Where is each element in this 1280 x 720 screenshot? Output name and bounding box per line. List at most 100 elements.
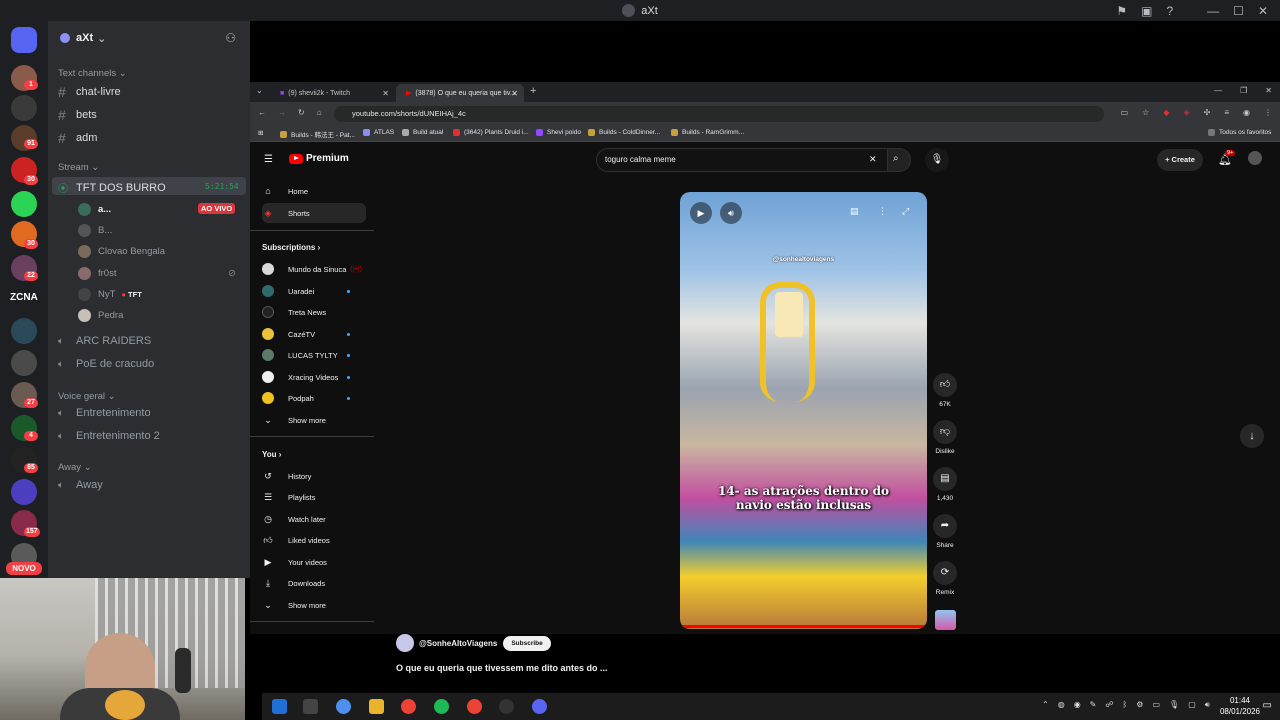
server-icon[interactable] — [11, 479, 37, 505]
hamburger-menu-icon[interactable]: ☰ — [264, 154, 273, 165]
subscription-item[interactable]: Mundo da Sinuca ((•)) — [262, 259, 366, 279]
monitor-icon[interactable]: ▣ — [1141, 4, 1152, 18]
voice-channel-entretenimento[interactable]: 🔈︎ Entretenimento — [58, 407, 151, 419]
show-more-you[interactable]: ⌄ Show more — [262, 595, 366, 615]
new-tab-icon[interactable]: + — [530, 85, 536, 97]
chrome-icon[interactable] — [401, 699, 416, 714]
voice-user[interactable]: a... — [78, 203, 111, 216]
taskbar-clock[interactable]: 01:44 08/01/2026 — [1220, 695, 1260, 717]
voice-channel-arc-raiders[interactable]: 🔈︎ ARC RAIDERS — [58, 335, 151, 347]
maximize-button[interactable]: ☐ — [1233, 4, 1244, 18]
voice-user[interactable]: NyT ● TFT — [78, 288, 142, 301]
play-button[interactable]: ▶ — [690, 202, 712, 224]
voice-channel-tft-dos-burro[interactable]: ⦿ TFT DOS BURRO — [58, 180, 166, 196]
task-view-icon[interactable] — [303, 699, 318, 714]
sidebar-item-home[interactable]: ⌂ Home — [262, 181, 366, 201]
restore-button[interactable]: ❐ — [1240, 86, 1247, 95]
new-badge[interactable]: NOVO — [6, 562, 42, 575]
obs-icon[interactable] — [499, 699, 514, 714]
tray-icon[interactable]: ▢ — [1188, 700, 1196, 710]
tab-youtube[interactable]: ▶ (3878) O que eu queria que tiv... ✕ — [396, 84, 524, 102]
microphone-icon[interactable]: 🎙︎ — [925, 148, 949, 172]
channel-bets[interactable]: # bets — [58, 107, 97, 123]
all-bookmarks[interactable]: Todos os favoritos — [1208, 129, 1271, 136]
bookmark[interactable]: Build atual — [402, 129, 443, 136]
shorts-video-player[interactable]: @sonhealtoviagens 14- as atrações dentro… — [680, 192, 927, 629]
comments-button[interactable]: ▤ 1,430 — [932, 467, 958, 502]
close-button[interactable]: ✕ — [1265, 86, 1272, 95]
remix-button[interactable]: ⟳ Remix — [932, 561, 958, 596]
tray-icon[interactable]: ◉ — [1074, 700, 1081, 710]
category-voice-geral[interactable]: Voice geral ⌄ — [58, 391, 116, 402]
bookmark[interactable]: (3642) Plants Druid i... — [453, 129, 529, 136]
steam-icon[interactable]: ◍ — [1058, 700, 1065, 710]
subscription-item[interactable]: LUCAS TYLTY — [262, 345, 366, 365]
subscription-item[interactable]: CazéTV — [262, 324, 366, 344]
subscription-item[interactable]: Uaradei — [262, 281, 366, 301]
voice-channel-away[interactable]: 🔈︎ Away — [58, 479, 103, 491]
file-explorer-icon[interactable] — [369, 699, 384, 714]
tray-icon[interactable]: ⚙ — [1136, 700, 1143, 710]
sidebar-item-downloads[interactable]: ⤓ Downloads — [262, 573, 366, 593]
home-icon[interactable]: ⌂ — [317, 108, 322, 117]
search-button[interactable]: ⌕ — [887, 148, 911, 172]
subscription-item[interactable]: Treta News — [262, 302, 366, 322]
start-icon[interactable] — [272, 699, 287, 714]
tab-twitch[interactable]: ■ (9) shevii2k - Twitch ✕ — [270, 84, 395, 102]
bookmark[interactable]: Builds - RamGrimm... — [671, 129, 744, 136]
channel-chat-livre[interactable]: # chat-livre — [58, 84, 121, 100]
notification-center-icon[interactable]: ▭ — [1263, 700, 1272, 711]
close-button[interactable]: ✕ — [1258, 4, 1268, 18]
dislike-button[interactable]: 👎︎ Dislike — [932, 420, 958, 455]
sidebar-item-watch-later[interactable]: ◷ Watch later — [262, 509, 366, 529]
server-icon[interactable] — [11, 191, 37, 217]
create-button[interactable]: + Create — [1157, 149, 1203, 171]
search-input[interactable]: toguro calma meme — [596, 148, 889, 172]
subscriptions-heading[interactable]: Subscriptions › — [262, 243, 320, 252]
server-header[interactable]: aXt ⌄ ⚇ — [48, 21, 250, 55]
address-bar[interactable]: youtube.com/shorts/dUNEIHAj_4c — [334, 106, 1104, 122]
sidebar-item-your-videos[interactable]: ▶ Your videos — [262, 552, 366, 572]
bluetooth-icon[interactable]: ᛒ — [1122, 700, 1127, 710]
progress-bar[interactable] — [680, 625, 927, 628]
chevron-up-icon[interactable]: ⌃ — [1042, 700, 1049, 710]
next-short-button[interactable]: ↓ — [1240, 424, 1264, 448]
like-button[interactable]: 👍︎ 67K — [932, 373, 958, 408]
close-tab-icon[interactable]: ✕ — [382, 89, 389, 98]
cast-icon[interactable]: ▭ — [1121, 108, 1129, 117]
bookmark[interactable]: ATLAS — [363, 129, 394, 136]
media-icon[interactable]: ≡ — [1224, 108, 1229, 117]
star-icon[interactable]: ☆ — [1142, 108, 1149, 117]
tray-icon[interactable]: ☍ — [1105, 700, 1113, 710]
account-avatar[interactable] — [1248, 151, 1262, 165]
channel-name[interactable]: @SonheAltoViagens — [419, 639, 497, 648]
microphone-icon[interactable]: 🎙︎ — [1169, 700, 1179, 710]
help-icon[interactable]: ? — [1166, 4, 1173, 18]
profile-icon[interactable]: ◉ — [1243, 108, 1250, 117]
extension-icon[interactable]: ◈ — [1183, 108, 1189, 117]
subscription-item[interactable]: Podpah — [262, 388, 366, 408]
minimize-button[interactable]: — — [1207, 4, 1219, 18]
short-title[interactable]: O que eu queria que tivessem me dito ant… — [396, 663, 608, 673]
sidebar-item-playlists[interactable]: ☰ Playlists — [262, 487, 366, 507]
clear-search-icon[interactable]: ✕ — [869, 154, 877, 165]
voice-user[interactable]: Pedra — [78, 309, 123, 322]
voice-user[interactable]: B... — [78, 224, 112, 237]
server-label-zcna[interactable]: ZCNA — [10, 292, 38, 303]
bookmark[interactable]: Builds - 韩法王 - Pat... — [280, 129, 355, 139]
youtube-logo[interactable]: Premium — [289, 153, 349, 164]
voice-user[interactable]: Clovao Bengala — [78, 245, 165, 258]
tray-icon[interactable]: ✎ — [1090, 700, 1097, 710]
sidebar-item-history[interactable]: ↺ History — [262, 466, 366, 486]
server-icon[interactable] — [11, 350, 37, 376]
volume-icon[interactable]: 🔊︎ — [720, 202, 742, 224]
minimize-button[interactable]: — — [1214, 86, 1222, 95]
audio-thumbnail[interactable] — [935, 610, 956, 630]
add-member-icon[interactable]: ⚇ — [225, 31, 236, 45]
voice-channel-poe[interactable]: 🔈︎ PoE de cracudo — [58, 358, 154, 370]
captions-icon[interactable]: ▤ — [850, 206, 859, 217]
back-icon[interactable]: ← — [258, 108, 266, 117]
category-away[interactable]: Away ⌄ — [58, 462, 92, 473]
discord-icon[interactable] — [532, 699, 547, 714]
channel-avatar[interactable] — [396, 634, 414, 652]
